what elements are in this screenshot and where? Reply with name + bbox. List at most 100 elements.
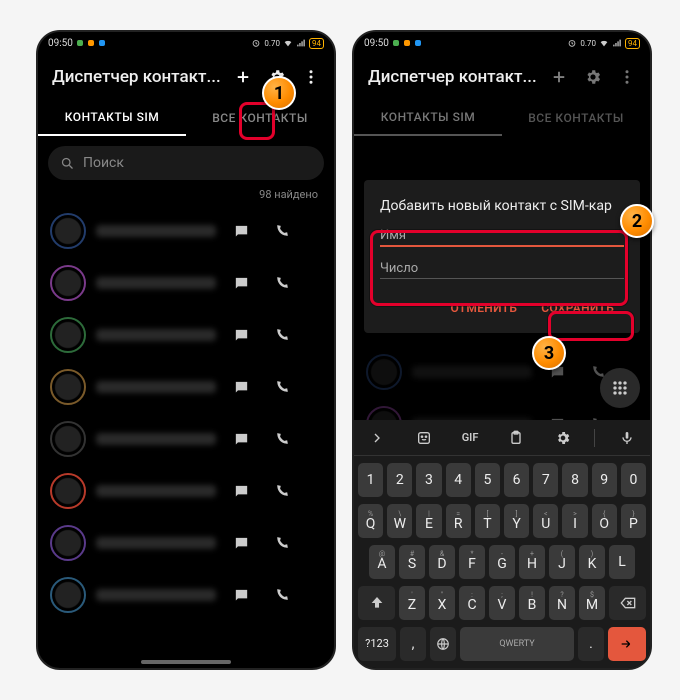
status-dot-icon [99, 40, 105, 46]
key-period[interactable]: . [578, 627, 604, 661]
call-button[interactable] [266, 580, 296, 610]
name-field[interactable]: Имя [380, 228, 624, 247]
key-backspace[interactable] [609, 586, 646, 620]
add-contact-button[interactable] [226, 60, 260, 94]
key-X[interactable]: "X [429, 586, 455, 620]
message-button[interactable] [226, 268, 256, 298]
kb-chevron-icon[interactable] [362, 423, 392, 453]
key-H[interactable]: +H [519, 545, 545, 579]
key-symbols[interactable]: ?123 [358, 627, 396, 661]
key-A[interactable]: @A [369, 545, 395, 579]
key-1[interactable]: 1 [358, 463, 383, 497]
tab-all-contacts[interactable]: ВСЕ КОНТАКТЫ [186, 100, 334, 136]
key-V[interactable]: ;V [489, 586, 515, 620]
kb-settings-icon[interactable] [548, 423, 578, 453]
keyboard[interactable]: GIF 1234567890 %Q\W|E=R[T]Y<U>I{O}P @A#S&D… [354, 420, 650, 668]
call-button[interactable] [266, 476, 296, 506]
key-8[interactable]: 8 [562, 463, 587, 497]
kb-gif-button[interactable]: GIF [455, 423, 485, 453]
cancel-button[interactable]: ОТМЕНИТЬ [440, 293, 527, 323]
key-Y[interactable]: ]Y [504, 504, 529, 538]
key-B[interactable]: !B [519, 586, 545, 620]
android-nav-handle[interactable] [141, 660, 231, 664]
message-button[interactable] [226, 216, 256, 246]
key-2[interactable]: 2 [387, 463, 412, 497]
key-Z[interactable]: 'Z [399, 586, 425, 620]
kb-clipboard-icon[interactable] [501, 423, 531, 453]
number-field[interactable]: Число [380, 261, 624, 279]
contacts-list[interactable] [38, 205, 334, 621]
phone-icon [273, 431, 290, 448]
more-menu-button[interactable] [610, 60, 644, 94]
message-button[interactable] [226, 528, 256, 558]
key-W[interactable]: \W [387, 504, 412, 538]
backspace-icon [620, 595, 636, 611]
status-time: 09:50 [48, 38, 73, 49]
call-button[interactable] [266, 424, 296, 454]
kb-mic-icon[interactable] [612, 423, 642, 453]
key-5[interactable]: 5 [475, 463, 500, 497]
key-I[interactable]: >I [562, 504, 587, 538]
key-3[interactable]: 3 [416, 463, 441, 497]
call-button[interactable] [266, 372, 296, 402]
key-L[interactable]: L [609, 545, 635, 579]
key-D[interactable]: &D [429, 545, 455, 579]
call-button[interactable] [266, 216, 296, 246]
key-K[interactable]: )K [579, 545, 605, 579]
key-C[interactable]: :C [459, 586, 485, 620]
key-enter[interactable] [608, 627, 646, 661]
key-N[interactable]: ?N [549, 586, 575, 620]
dialpad-button[interactable] [600, 368, 640, 408]
key-Q[interactable]: %Q [358, 504, 383, 538]
more-menu-button[interactable] [294, 60, 328, 94]
contact-name-blurred [96, 537, 216, 549]
key-O[interactable]: {O [592, 504, 617, 538]
settings-button[interactable] [576, 60, 610, 94]
tab-sim-contacts[interactable]: КОНТАКТЫ SIM [38, 100, 186, 136]
key-language[interactable] [430, 627, 456, 661]
call-button[interactable] [266, 528, 296, 558]
key-F[interactable]: *F [459, 545, 485, 579]
key-S[interactable]: #S [399, 545, 425, 579]
add-contact-button[interactable] [542, 60, 576, 94]
contact-row[interactable] [38, 257, 334, 309]
key-9[interactable]: 9 [592, 463, 617, 497]
kb-sticker-icon[interactable] [409, 423, 439, 453]
contact-row[interactable] [38, 413, 334, 465]
contact-row[interactable] [38, 465, 334, 517]
key-M[interactable]: $M [579, 586, 605, 620]
call-button[interactable] [266, 268, 296, 298]
tab-all-contacts[interactable]: ВСЕ КОНТАКТЫ [502, 100, 650, 136]
key-6[interactable]: 6 [504, 463, 529, 497]
contact-row[interactable] [38, 309, 334, 361]
message-button[interactable] [226, 580, 256, 610]
search-input[interactable]: Поиск [48, 146, 324, 180]
message-button[interactable] [226, 372, 256, 402]
tab-sim-contacts[interactable]: КОНТАКТЫ SIM [354, 100, 502, 136]
key-P[interactable]: }P [621, 504, 646, 538]
key-0[interactable]: 0 [621, 463, 646, 497]
message-button[interactable] [226, 476, 256, 506]
contact-row[interactable] [38, 569, 334, 621]
message-button[interactable] [226, 424, 256, 454]
key-shift[interactable] [358, 586, 395, 620]
key-J[interactable]: (J [549, 545, 575, 579]
key-space[interactable]: QWERTY [460, 627, 574, 661]
save-button[interactable]: СОХРАНИТЬ [531, 293, 624, 323]
phone-icon [273, 587, 290, 604]
key-G[interactable]: -G [489, 545, 515, 579]
contact-row[interactable] [38, 205, 334, 257]
key-T[interactable]: [T [475, 504, 500, 538]
contact-name-blurred [96, 277, 216, 289]
key-7[interactable]: 7 [533, 463, 558, 497]
key-R[interactable]: =R [446, 504, 471, 538]
key-E[interactable]: |E [416, 504, 441, 538]
contact-row[interactable] [38, 517, 334, 569]
message-button[interactable] [226, 320, 256, 350]
key-comma[interactable]: , [400, 627, 426, 661]
call-button[interactable] [266, 320, 296, 350]
key-U[interactable]: <U [533, 504, 558, 538]
key-4[interactable]: 4 [446, 463, 471, 497]
phone-icon [273, 275, 290, 292]
contact-row[interactable] [38, 361, 334, 413]
